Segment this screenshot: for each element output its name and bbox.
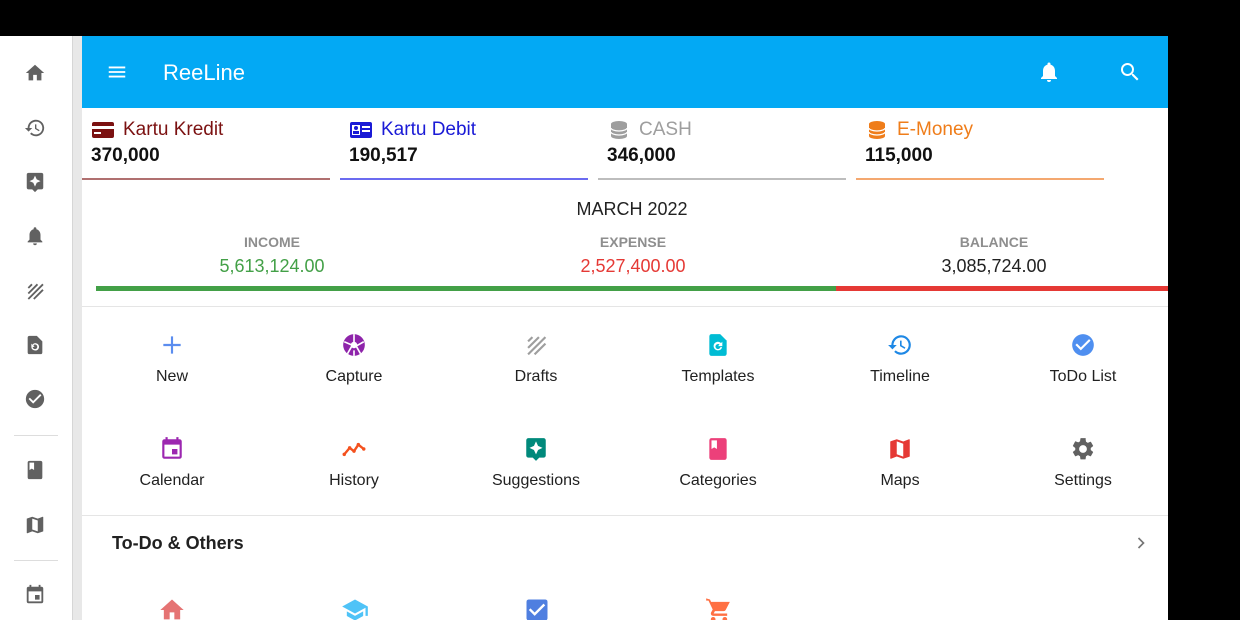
plus-icon [163,336,181,354]
rail-divider [14,435,58,436]
account-underline [856,178,1104,180]
suggestions-button[interactable]: Suggestions [445,436,627,516]
history-button[interactable]: History [263,436,445,516]
tile-label: New [155,368,188,385]
categories-button[interactable]: Categories [627,436,809,516]
balance-value: 3,085,724.00 [941,256,1047,276]
notifications-icon[interactable] [20,221,50,251]
account-amount: 190,517 [349,145,418,166]
map-icon [890,439,910,459]
account-amount: 346,000 [607,145,676,166]
app-screen: ReeLine Kartu Kredit 370,000 Kartu Debit… [0,36,1168,620]
cart-icon[interactable] [705,596,733,620]
bell-icon[interactable] [1037,60,1063,86]
account-amount: 370,000 [91,145,160,166]
checkbox-icon[interactable] [523,596,551,620]
tile-label: Drafts [514,368,558,385]
app-bar: ReeLine [82,36,1168,108]
capture-button[interactable]: Capture [263,332,445,412]
drafts-icon[interactable] [20,276,50,306]
suggestions-icon[interactable] [20,167,50,197]
todo-list-button[interactable]: ToDo List [992,332,1168,412]
settings-button[interactable]: Settings [992,436,1168,516]
search-icon[interactable] [1118,60,1144,86]
account-underline [340,178,588,180]
tile-label: Calendar [139,472,205,489]
maps-button[interactable]: Maps [809,436,991,516]
summary-month: MARCH 2022 [576,199,688,219]
coins-icon [868,121,886,139]
book-icon [709,438,727,460]
account-kartu-kredit[interactable]: Kartu Kredit 370,000 [82,118,330,180]
debit-card-icon [350,122,372,138]
expense-label: EXPENSE [599,234,667,250]
tile-label: ToDo List [1049,368,1117,385]
expense-summary: EXPENSE 2,527,400.00 [453,234,813,277]
timeline-button[interactable]: Timeline [809,332,991,412]
account-e-money[interactable]: E-Money 115,000 [856,118,1104,180]
app-title: ReeLine [163,60,245,85]
tile-label: Capture [325,368,383,385]
account-kartu-debit[interactable]: Kartu Debit 190,517 [340,118,588,180]
rail-divider [14,560,58,561]
calendar-icon[interactable] [20,580,50,610]
drafts-button[interactable]: Drafts [445,332,627,412]
house-icon[interactable] [158,596,186,620]
maps-icon[interactable] [20,510,50,540]
tile-label: Settings [1054,472,1112,489]
history-icon[interactable] [20,113,50,143]
section-divider [82,306,1168,307]
suggestions-icon [526,438,546,461]
categories-book-icon[interactable] [20,455,50,485]
account-cash[interactable]: CASH 346,000 [598,118,846,180]
history-icon [888,335,911,355]
tile-label: Timeline [870,368,930,385]
templates-icon[interactable] [20,330,50,360]
gear-icon [1072,438,1094,460]
balance-summary: BALANCE 3,085,724.00 [814,234,1168,277]
account-name: CASH [639,119,692,140]
calendar-button[interactable]: Calendar [81,436,263,516]
cash-stack-icon [610,121,628,139]
account-underline [82,178,330,180]
drafts-icon [527,336,547,356]
calendar-icon [162,437,182,459]
todo-check-icon[interactable] [20,384,50,414]
tile-label: Categories [679,472,757,489]
account-name: Kartu Debit [381,119,477,140]
graduation-cap-icon[interactable] [340,596,368,620]
check-circle-icon [1072,334,1094,356]
income-label: INCOME [244,234,300,250]
navigation-rail [0,36,72,620]
todo-section-title[interactable]: To-Do & Others [112,533,244,554]
camera-aperture-icon [343,334,365,356]
account-amount: 115,000 [865,145,933,166]
account-underline [598,178,846,180]
tile-label: Templates [681,368,755,385]
income-summary: INCOME 5,613,124.00 [92,234,452,277]
accounts-row: Kartu Kredit 370,000 Kartu Debit 190,517… [82,108,1168,180]
expense-value: 2,527,400.00 [580,256,686,276]
trend-line-icon [342,442,366,457]
chevron-right-icon[interactable] [1131,533,1151,553]
credit-card-icon [92,122,114,138]
templates-button[interactable]: Templates [627,332,809,412]
section-divider [82,515,1168,516]
account-name: E-Money [897,119,974,140]
account-name: Kartu Kredit [123,119,224,140]
tile-label: Maps [880,472,920,489]
home-icon[interactable] [20,58,50,88]
templates-icon [709,334,727,356]
income-value: 5,613,124.00 [219,256,325,276]
balance-label: BALANCE [959,234,1029,250]
hamburger-menu-icon[interactable] [104,60,130,84]
rail-edge [72,36,82,620]
expense-bar [836,286,1168,291]
income-bar [96,286,836,291]
tile-label: Suggestions [491,472,581,489]
new-button[interactable]: New [81,332,263,412]
tile-label: History [329,472,379,489]
